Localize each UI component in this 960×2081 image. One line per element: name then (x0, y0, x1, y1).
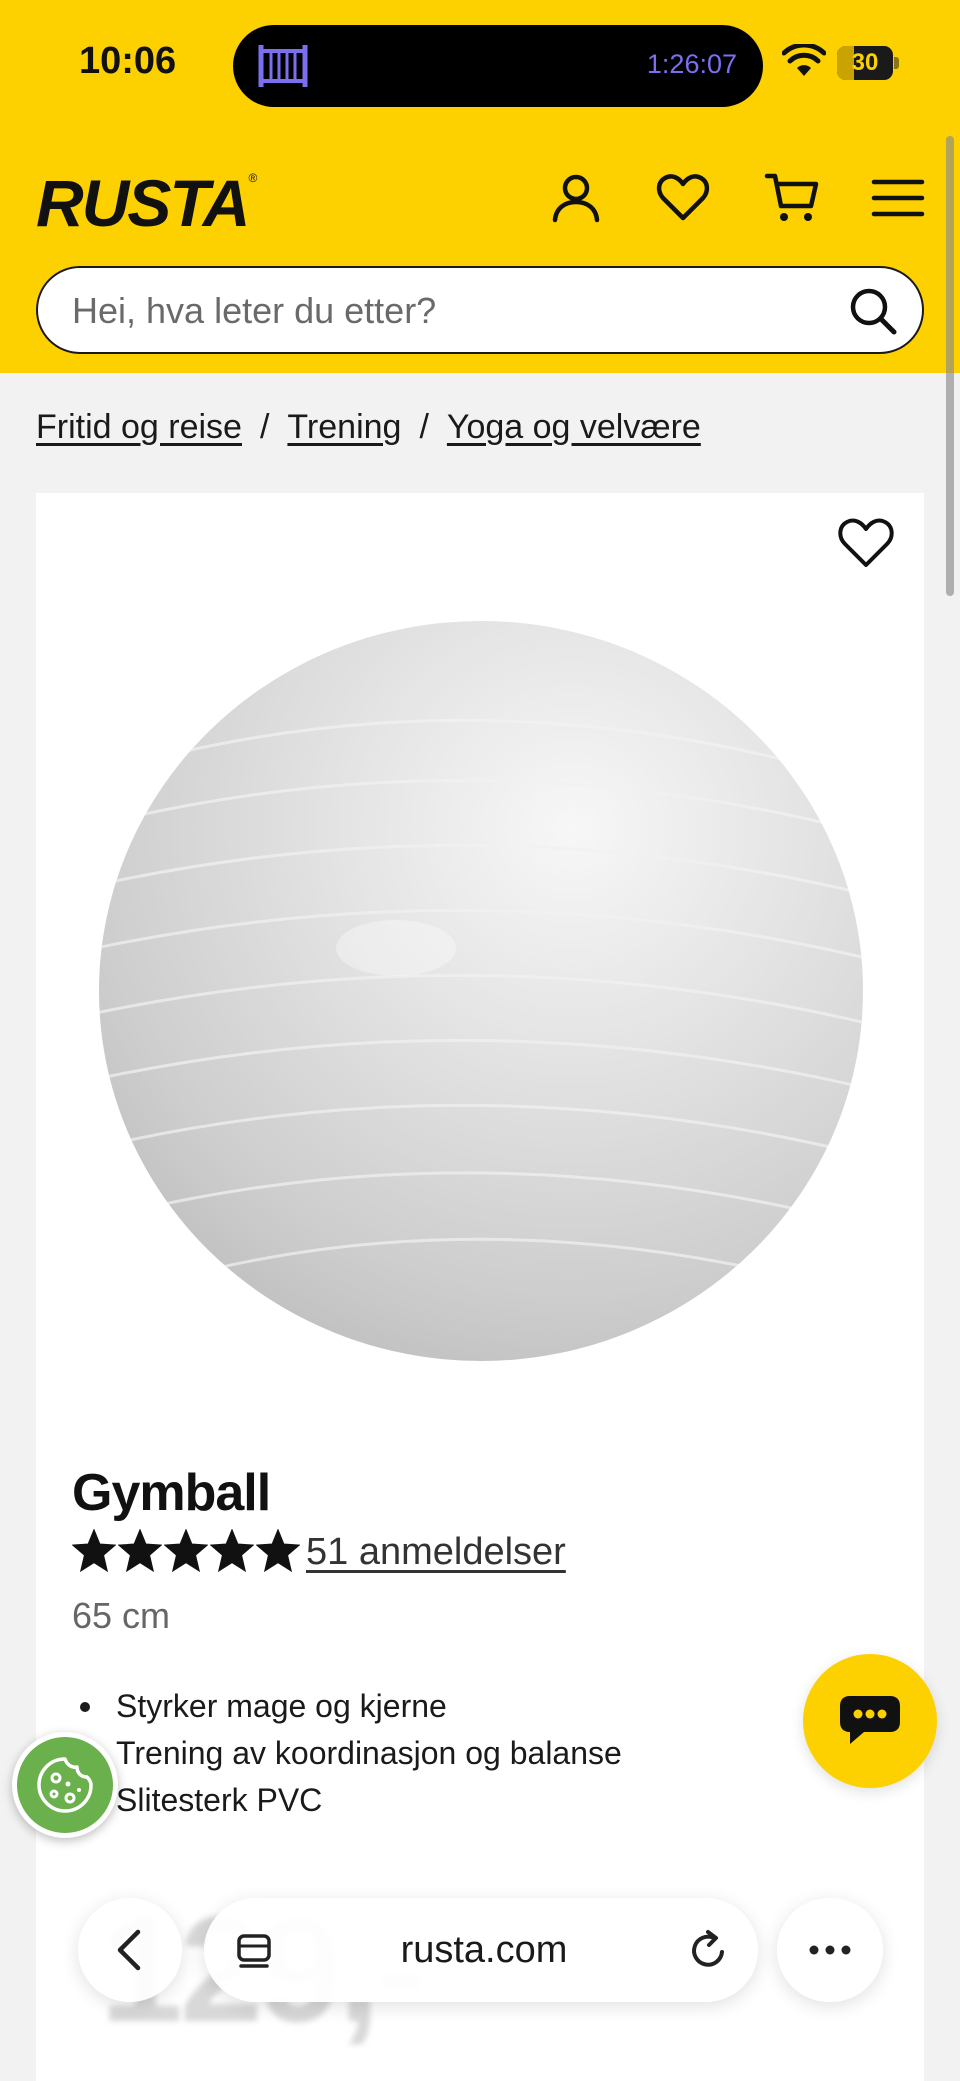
feature-item: Slitesterk PVC (116, 1782, 323, 1818)
page-scrollbar[interactable] (946, 136, 954, 596)
browser-address-bar[interactable]: rusta.com (204, 1898, 758, 2002)
product-variant: 65 cm (72, 1595, 171, 1636)
breadcrumb: Fritid og reise / Trening / Yoga og velv… (36, 408, 701, 447)
chat-icon (840, 1696, 900, 1744)
tabs-icon[interactable] (234, 1932, 274, 1970)
wifi-icon (782, 44, 826, 76)
cookie-icon (37, 1757, 93, 1813)
star-icon (210, 1529, 254, 1573)
breadcrumb-trening[interactable]: Trening (287, 408, 401, 447)
more-icon (809, 1945, 851, 1955)
battery-icon: 30 (837, 46, 899, 80)
breadcrumb-separator: / (419, 408, 429, 446)
browser-domain[interactable]: rusta.com (284, 1898, 684, 2002)
search-input[interactable] (72, 288, 832, 334)
feature-item: Styrker mage og kjerne (72, 1683, 622, 1730)
live-activity-timer: 1:26:07 (646, 49, 737, 79)
crib-icon (258, 45, 308, 87)
site-header: 10:06 1:26:07 30 RUSTA® (0, 0, 960, 373)
cookie-settings-button[interactable] (12, 1732, 118, 1838)
star-icon (256, 1529, 300, 1573)
breadcrumb-separator: / (259, 408, 270, 446)
dynamic-island[interactable]: 1:26:07 (233, 25, 763, 107)
menu-icon[interactable] (870, 170, 926, 226)
status-time: 10:06 (79, 40, 177, 82)
browser-back-button[interactable] (78, 1898, 182, 2002)
breadcrumb-fritid-og-reise[interactable]: Fritid og reise (36, 408, 242, 447)
product-image-gymball[interactable] (96, 618, 866, 1363)
search-icon[interactable] (848, 286, 898, 336)
feature-item: Trening av koordinasjon og balanse (116, 1735, 622, 1771)
star-icon (72, 1529, 116, 1573)
reload-icon[interactable] (686, 1928, 730, 1972)
product-card: Gymball 51 anmeldelser 65 cm Styrker mag… (36, 493, 924, 2081)
browser-more-button[interactable] (777, 1898, 883, 2002)
back-icon (117, 1929, 141, 1971)
rating-stars (72, 1529, 300, 1573)
product-title: Gymball (72, 1464, 271, 1522)
search-bar (36, 266, 924, 354)
battery-level: 30 (851, 49, 879, 76)
star-icon (164, 1529, 208, 1573)
account-icon[interactable] (548, 170, 604, 226)
feature-list: Styrker mage og kjerne Trening av koordi… (72, 1683, 622, 1824)
cart-icon[interactable] (764, 170, 820, 226)
breadcrumb-yoga-og-velvaere[interactable]: Yoga og velvære (447, 408, 701, 447)
rusta-logo[interactable]: RUSTA® (36, 165, 257, 241)
chat-button[interactable] (803, 1654, 937, 1788)
heart-icon[interactable] (655, 170, 711, 226)
star-icon (118, 1529, 162, 1573)
reviews-link[interactable]: 51 anmeldelser (306, 1531, 566, 1574)
add-to-wishlist-heart-icon[interactable] (834, 511, 898, 575)
